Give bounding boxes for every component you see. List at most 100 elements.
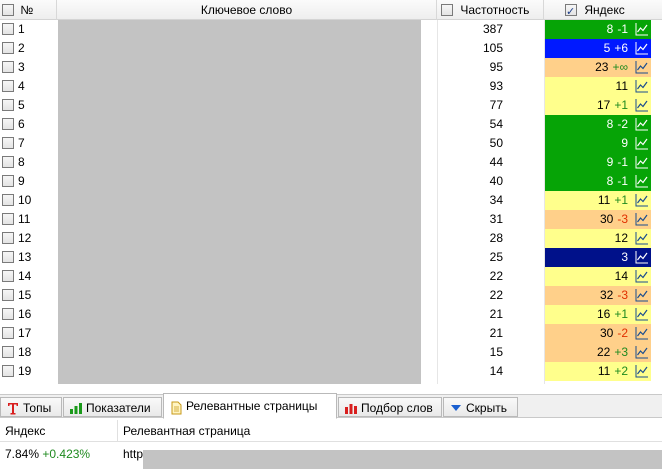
trend-chart-icon xyxy=(635,327,648,340)
header-num[interactable]: № xyxy=(0,0,57,20)
position-delta: +1 xyxy=(614,98,628,112)
row-num-cell: 13 xyxy=(0,248,57,267)
trend-chart-icon xyxy=(635,99,648,112)
red-bars-icon xyxy=(344,401,358,415)
position-value: 9 xyxy=(621,136,628,150)
row-num-cell: 16 xyxy=(0,305,57,324)
history-graph-button[interactable] xyxy=(633,58,651,77)
row-checkbox[interactable] xyxy=(2,98,14,111)
row-checkbox[interactable] xyxy=(2,41,14,54)
history-graph-button[interactable] xyxy=(633,210,651,229)
history-graph-button[interactable] xyxy=(633,362,651,381)
row-yandex-position: 23 +∞ xyxy=(544,58,633,77)
header-num-label: № xyxy=(20,3,34,17)
header-relevant-page[interactable]: Релевантная страница xyxy=(118,420,662,442)
tab-indicators[interactable]: Показатели xyxy=(63,397,162,417)
row-checkbox[interactable] xyxy=(2,307,14,320)
document-icon xyxy=(169,399,183,415)
trend-chart-icon xyxy=(635,80,648,93)
history-graph-button[interactable] xyxy=(633,115,651,134)
row-checkbox[interactable] xyxy=(2,326,14,339)
row-checkbox[interactable] xyxy=(2,364,14,377)
row-yandex-position: 14 xyxy=(544,267,633,286)
header-yandex[interactable]: Яндекс xyxy=(544,0,662,22)
history-graph-button[interactable] xyxy=(633,324,651,343)
row-checkbox[interactable] xyxy=(2,231,14,244)
header-frequency-label: Частотность xyxy=(460,3,530,17)
row-number: 1 xyxy=(18,22,25,36)
tab-tops[interactable]: Топы xyxy=(0,397,62,417)
row-num-cell: 5 xyxy=(0,96,57,115)
row-frequency: 54 xyxy=(489,117,503,131)
row-checkbox[interactable] xyxy=(2,288,14,301)
row-yandex-position: 32 -3 xyxy=(544,286,633,305)
history-graph-button[interactable] xyxy=(633,229,651,248)
row-number: 6 xyxy=(18,117,25,131)
row-checkbox[interactable] xyxy=(2,174,14,187)
row-yandex-position: 5 +6 xyxy=(544,39,633,58)
yandex-share-cell: 7.84% +0.423% xyxy=(0,443,118,465)
row-checkbox[interactable] xyxy=(2,79,14,92)
row-checkbox[interactable] xyxy=(2,155,14,168)
history-graph-button[interactable] xyxy=(633,134,651,153)
history-graph-button[interactable] xyxy=(633,305,651,324)
row-checkbox[interactable] xyxy=(2,193,14,206)
header-keyword[interactable]: Ключевое слово xyxy=(57,0,437,20)
row-checkbox[interactable] xyxy=(2,212,14,225)
history-graph-button[interactable] xyxy=(633,96,651,115)
row-checkbox[interactable] xyxy=(2,345,14,358)
history-graph-button[interactable] xyxy=(633,343,651,362)
frequency-checkbox[interactable] xyxy=(441,3,453,16)
history-graph-button[interactable] xyxy=(633,153,651,172)
row-num-cell: 7 xyxy=(0,134,57,153)
column-divider xyxy=(544,20,545,384)
select-all-checkbox[interactable] xyxy=(2,3,14,16)
history-graph-button[interactable] xyxy=(633,191,651,210)
history-graph-button[interactable] xyxy=(633,172,651,191)
row-frequency: 15 xyxy=(489,345,503,359)
row-checkbox[interactable] xyxy=(2,22,14,35)
history-graph-button[interactable] xyxy=(633,267,651,286)
row-yandex-position: 8 -1 xyxy=(544,20,633,39)
row-checkbox[interactable] xyxy=(2,60,14,73)
position-value: 8 xyxy=(606,117,614,131)
row-frequency: 40 xyxy=(489,174,503,188)
column-divider xyxy=(437,20,438,384)
row-num-cell: 18 xyxy=(0,343,57,362)
row-num-cell: 1 xyxy=(0,20,57,39)
position-value: 11 xyxy=(615,79,628,93)
trend-chart-icon xyxy=(635,232,648,245)
row-checkbox[interactable] xyxy=(2,136,14,149)
position-value: 8 xyxy=(606,22,614,36)
history-graph-button[interactable] xyxy=(633,286,651,305)
tab-relevant-pages[interactable]: Релевантные страницы xyxy=(163,393,337,419)
trend-chart-icon xyxy=(635,118,648,131)
tab-word-selection[interactable]: Подбор слов xyxy=(338,397,442,417)
yandex-checkbox[interactable] xyxy=(565,2,577,22)
trend-chart-icon xyxy=(635,23,648,36)
row-yandex-position: 9 xyxy=(544,134,633,153)
history-graph-button[interactable] xyxy=(633,20,651,39)
trend-chart-icon xyxy=(635,308,648,321)
header-frequency[interactable]: Частотность xyxy=(437,0,544,20)
header-yandex-col-label: Яндекс xyxy=(5,424,46,438)
relevant-page-url: http xyxy=(123,447,144,461)
trend-chart-icon xyxy=(635,365,648,378)
row-yandex-position: 9 -1 xyxy=(544,153,633,172)
position-delta: +6 xyxy=(614,41,628,55)
row-yandex-position: 3 xyxy=(544,248,633,267)
row-checkbox[interactable] xyxy=(2,117,14,130)
row-frequency: 387 xyxy=(482,22,503,36)
row-num-cell: 6 xyxy=(0,115,57,134)
header-yandex-col[interactable]: Яндекс xyxy=(0,420,118,442)
yandex-share-delta: +0.423% xyxy=(42,447,91,461)
history-graph-button[interactable] xyxy=(633,248,651,267)
row-checkbox[interactable] xyxy=(2,250,14,263)
row-checkbox[interactable] xyxy=(2,269,14,282)
history-graph-button[interactable] xyxy=(633,77,651,96)
history-graph-button[interactable] xyxy=(633,39,651,58)
row-number: 8 xyxy=(18,155,25,169)
row-yandex-position: 8 -1 xyxy=(544,172,633,191)
tab-hide[interactable]: Скрыть xyxy=(443,397,518,417)
row-frequency: 93 xyxy=(489,79,503,93)
